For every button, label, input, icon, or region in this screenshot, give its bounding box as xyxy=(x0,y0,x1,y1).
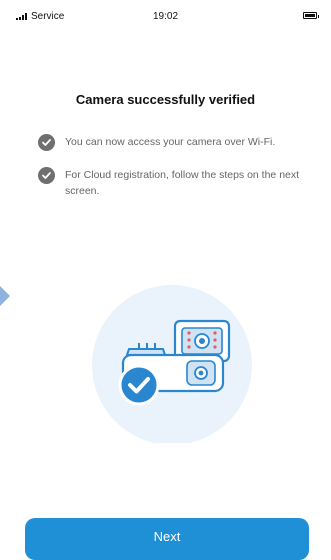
status-bar: Service 19:02 xyxy=(0,0,331,36)
checklist-item: For Cloud registration, follow the steps… xyxy=(38,167,308,199)
checklist-item: You can now access your camera over Wi-F… xyxy=(38,134,308,151)
page-title: Camera successfully verified xyxy=(75,92,256,107)
next-button[interactable]: Next xyxy=(25,518,309,560)
verified-check-icon xyxy=(118,364,160,406)
battery-icon xyxy=(303,12,319,19)
status-time: 19:02 xyxy=(152,11,179,22)
side-arrow-icon xyxy=(0,286,10,306)
check-circle-icon xyxy=(38,167,55,184)
checklist-text: For Cloud registration, follow the steps… xyxy=(65,169,300,197)
camera-verified-illustration xyxy=(87,283,257,445)
check-circle-icon xyxy=(38,134,55,151)
checklist-text: You can now access your camera over Wi-F… xyxy=(65,136,276,148)
